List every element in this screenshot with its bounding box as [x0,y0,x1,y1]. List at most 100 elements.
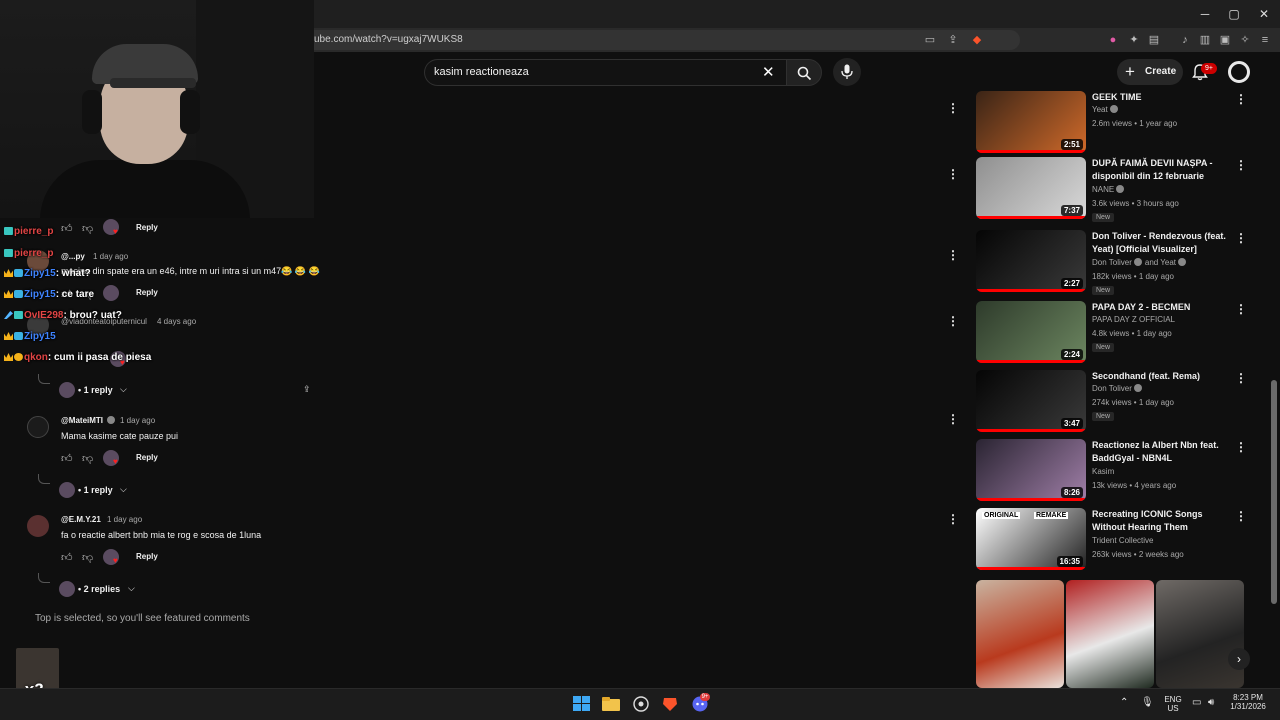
related-video-item[interactable]: 2:27 Don Toliver - Rendezvous (feat. Yeat… [976,230,1266,296]
comment-author[interactable]: @MateiMTI [61,416,116,425]
chevron-down-icon[interactable]: ⌵ [120,384,127,395]
voice-search-button[interactable] [833,58,861,86]
shorts-thumbnail[interactable] [976,580,1064,688]
leo-icon[interactable]: ✧ [1238,33,1252,47]
file-explorer-icon[interactable] [602,696,620,712]
related-video-item[interactable]: 8:26 Reactionez la Albert Nbn feat. BaddG… [976,439,1266,505]
related-video-item[interactable]: ORIGINAL REMAKE 16:35 Recreating ICONIC Son… [976,508,1266,574]
puzzle-icon[interactable]: ✦ [1127,33,1141,47]
comment-time[interactable]: 1 day ago [120,416,155,425]
maximize-button[interactable]: ▢ [1226,6,1242,22]
comment-time[interactable]: 1 day ago [107,515,142,524]
wallet-icon[interactable]: ▣ [1218,33,1232,47]
related-video-item[interactable]: 3:47 Secondhand (feat. Rema) Don Toliver 27… [976,370,1266,436]
more-options-icon[interactable]: ⋮ [1235,371,1247,385]
like-icon[interactable]: 👍︎ [61,551,73,564]
search-query[interactable]: kasim reactioneaza [434,66,529,78]
video-thumbnail[interactable]: 3:47 [976,370,1086,432]
dislike-icon[interactable]: 👎︎ [82,452,93,465]
reply-button[interactable]: Reply [136,453,158,462]
windows-start-icon[interactable] [573,696,591,712]
channel-name[interactable]: Don Toliver [1092,384,1142,393]
comment-author[interactable]: @E.M.Y.21 [61,515,101,524]
close-window-button[interactable]: ✕ [1256,6,1272,22]
reply-button[interactable]: Reply [136,223,158,232]
channel-name[interactable]: Yeat [1092,105,1118,114]
comment-time[interactable]: 4 days ago [157,317,196,326]
more-options-icon[interactable]: ⋮ [1235,509,1247,523]
like-icon[interactable]: 👍︎ [61,222,73,235]
like-icon[interactable]: 👍︎ [61,452,73,465]
view-replies-button[interactable]: • 1 reply [78,485,113,495]
video-title[interactable]: Reactionez la Albert Nbn feat. BaddGyal … [1092,439,1232,465]
clear-search-icon[interactable]: ✕ [762,63,775,81]
music-icon[interactable]: ♪ [1178,33,1192,47]
minimize-button[interactable]: ─ [1197,6,1213,22]
video-title[interactable]: PAPA DAY 2 - BECMEN [1092,301,1232,314]
video-thumbnail[interactable]: 2:27 [976,230,1086,292]
more-options-icon[interactable]: ⋮ [1235,440,1247,454]
channel-name[interactable]: NANE [1092,185,1125,194]
share-icon[interactable]: ⇪ [946,33,960,47]
video-thumbnail[interactable]: ORIGINAL REMAKE 16:35 [976,508,1086,570]
more-options-icon[interactable]: ⋮ [947,412,959,426]
more-options-icon[interactable]: ⋮ [947,314,959,328]
shorts-thumbnail[interactable] [1066,580,1154,688]
video-thumbnail[interactable]: 2:24 [976,301,1086,363]
volume-icon[interactable]: 🔊︎ [1208,697,1214,708]
clock[interactable]: 8:23 PM 1/31/2026 [1228,693,1268,711]
video-title[interactable]: Don Toliver - Rendezvous (feat. Yeat) [O… [1092,230,1232,256]
video-thumbnail[interactable]: 8:26 [976,439,1086,501]
url-text[interactable]: ube.com/watch?v=ugxaj7WUKS8 [314,34,463,45]
channel-name[interactable]: PAPA DAY Z OFFICIAL [1092,315,1175,324]
channel-name[interactable]: Trident Collective [1092,536,1154,545]
more-options-icon[interactable]: ⋮ [947,167,959,181]
channel-name[interactable]: Kasim [1092,467,1114,476]
language-indicator[interactable]: ENG US [1163,695,1183,713]
more-options-icon[interactable]: ⋮ [1235,158,1247,172]
comment-author[interactable]: @...py [61,252,85,261]
chevron-up-icon[interactable]: ⌃ [1120,697,1128,708]
brave-shields-icon[interactable]: ◆ [970,33,984,47]
search-button[interactable] [786,59,822,86]
dislike-icon[interactable]: 👎︎ [82,222,93,235]
brave-browser-icon[interactable] [661,696,679,712]
chevron-down-icon[interactable]: ⌵ [128,583,135,594]
shorts-thumbnail[interactable] [1156,580,1244,688]
more-options-icon[interactable]: ⋮ [1235,302,1247,316]
channel-name[interactable]: Don Toliver and Yeat [1092,258,1187,267]
view-replies-button[interactable]: • 2 replies [78,584,120,594]
video-title[interactable]: Recreating ICONIC Songs Without Hearing … [1092,508,1232,534]
dislike-icon[interactable]: 👎︎ [82,551,93,564]
reply-button[interactable]: Reply [136,288,158,297]
chevron-down-icon[interactable]: ⌵ [120,484,127,495]
reply-button[interactable]: Reply [136,552,158,561]
obs-icon[interactable] [632,696,650,712]
create-button[interactable]: + Create [1117,59,1183,85]
video-title[interactable]: DUPĂ FAIMĂ DEVII NAȘPA - disponibil din … [1092,157,1232,183]
video-thumbnail[interactable]: 7:37 [976,157,1086,219]
more-options-icon[interactable]: ⋮ [947,248,959,262]
video-thumbnail[interactable]: 2:51 [976,91,1086,153]
extension-icon[interactable]: ● [1106,33,1120,47]
display-icon[interactable]: ▭ [1192,697,1201,708]
microphone-tray-icon[interactable]: 🎙︎ [1141,697,1154,708]
related-video-item[interactable]: 2:24 PAPA DAY 2 - BECMEN PAPA DAY Z OFFICI… [976,301,1266,367]
menu-icon[interactable]: ≡ [1258,33,1272,47]
comment-time[interactable]: 1 day ago [93,252,128,261]
view-replies-button[interactable]: • 1 reply [78,385,113,395]
cast-icon[interactable]: ▭ [923,33,937,47]
more-options-icon[interactable]: ⋮ [947,512,959,526]
account-avatar[interactable] [1228,61,1250,83]
more-options-icon[interactable]: ⋮ [947,101,959,115]
video-title[interactable]: GEEK TIME [1092,91,1232,104]
sidebar-icon[interactable]: ▥ [1198,33,1212,47]
more-options-icon[interactable]: ⋮ [1235,231,1247,245]
reader-mode-icon[interactable]: ▤ [1147,33,1161,47]
video-title[interactable]: Secondhand (feat. Rema) [1092,370,1232,383]
scrollbar-thumb[interactable] [1271,380,1277,604]
more-options-icon[interactable]: ⋮ [1235,92,1247,106]
related-video-item[interactable]: 7:37 DUPĂ FAIMĂ DEVII NAȘPA - disponibil … [976,157,1266,223]
related-video-item[interactable]: 2:51 GEEK TIME Yeat 2.6m views • 1 year ago [976,91,1266,157]
chevron-right-icon[interactable]: › [1228,648,1250,670]
